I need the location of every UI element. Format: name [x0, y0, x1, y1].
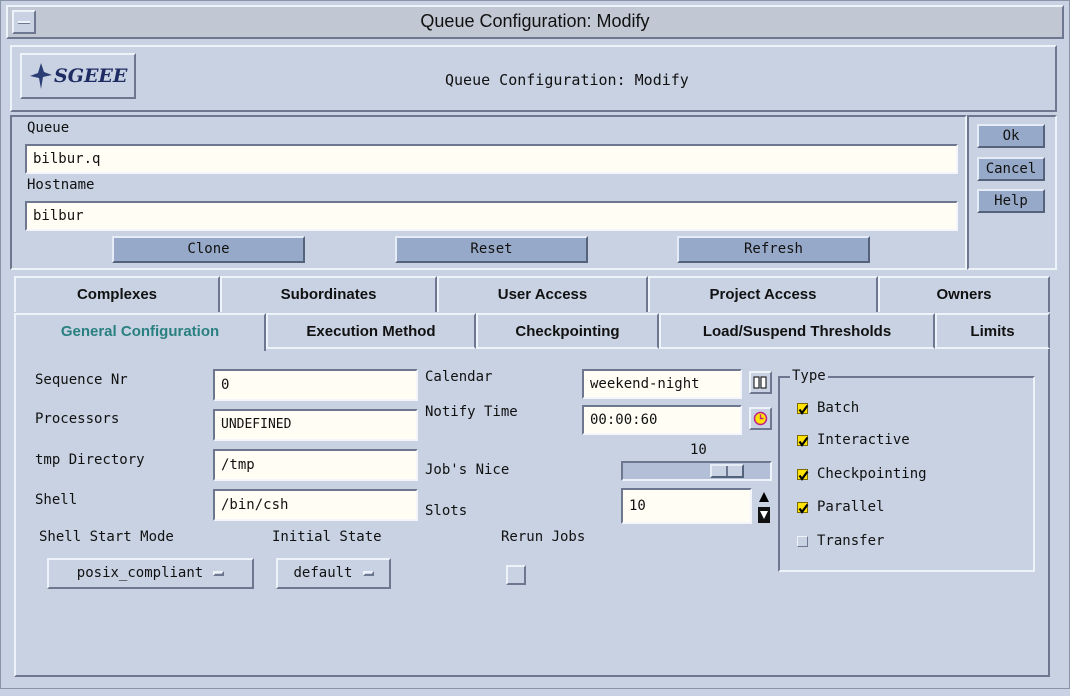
- type-parallel-checkbox[interactable]: Parallel: [797, 499, 997, 519]
- type-batch-label: Batch: [817, 400, 860, 416]
- type-interactive-checkbox[interactable]: Interactive: [797, 432, 997, 452]
- type-transfer-label: Transfer: [817, 533, 885, 549]
- type-transfer-checkbox[interactable]: Transfer: [797, 533, 997, 553]
- checkmark-icon: [797, 502, 809, 514]
- arrow-up-icon: [759, 492, 769, 502]
- hostname-label: Hostname: [27, 177, 95, 193]
- header-panel: SGEEE Queue Configuration: Modify: [10, 45, 1057, 112]
- type-interactive-label: Interactive: [817, 432, 910, 448]
- title-bar[interactable]: Queue Configuration: Modify: [6, 5, 1064, 39]
- queue-label: Queue: [27, 120, 70, 136]
- jobs-nice-label: Job's Nice: [425, 462, 510, 478]
- jobs-nice-slider-thumb[interactable]: [710, 464, 744, 478]
- notify-time-label: Notify Time: [425, 404, 518, 420]
- slots-spin-up[interactable]: [758, 489, 770, 505]
- type-batch-checkbox[interactable]: Batch: [797, 400, 997, 420]
- type-checkpointing-label: Checkpointing: [817, 466, 927, 482]
- cancel-button[interactable]: Cancel: [977, 157, 1045, 181]
- tab-subordinates[interactable]: Subordinates: [220, 276, 437, 312]
- tmp-directory-label: tmp Directory: [35, 452, 145, 468]
- shell-start-mode-label: Shell Start Mode: [39, 529, 174, 545]
- tab-row-1: Complexes Subordinates User Access Proje…: [14, 276, 1050, 312]
- notify-time-button[interactable]: [749, 407, 772, 430]
- window-title: Queue Configuration: Modify: [420, 11, 650, 31]
- reset-button[interactable]: Reset: [395, 236, 588, 263]
- calendar-input[interactable]: weekend-night: [582, 369, 742, 399]
- slots-label: Slots: [425, 503, 468, 519]
- unchecked-box-icon: [797, 536, 808, 547]
- checkmark-icon: [797, 403, 809, 415]
- jobs-nice-slider[interactable]: [621, 461, 772, 481]
- arrow-down-icon: [758, 507, 770, 523]
- tab-execution-method[interactable]: Execution Method: [266, 313, 476, 349]
- bird-logo-icon: [30, 63, 52, 89]
- calendar-button[interactable]: [749, 371, 772, 394]
- type-parallel-label: Parallel: [817, 499, 885, 515]
- option-menu-icon: [362, 570, 374, 576]
- tab-load-suspend-thresholds[interactable]: Load/Suspend Thresholds: [659, 313, 935, 349]
- shell-label: Shell: [35, 492, 78, 508]
- initial-state-select[interactable]: default: [276, 558, 391, 589]
- slots-input[interactable]: 10: [621, 488, 752, 524]
- option-menu-icon: [213, 570, 225, 576]
- checkmark-icon: [797, 469, 809, 481]
- sequence-nr-input[interactable]: 0: [213, 369, 418, 401]
- tab-checkpointing[interactable]: Checkpointing: [476, 313, 659, 349]
- tab-project-access[interactable]: Project Access: [648, 276, 878, 312]
- refresh-button[interactable]: Refresh: [677, 236, 870, 263]
- processors-label: Processors: [35, 411, 120, 427]
- header-title: Queue Configuration: Modify: [445, 71, 689, 89]
- hostname-input[interactable]: bilbur: [25, 201, 958, 231]
- slider-thumb-groove: [726, 466, 728, 476]
- jobs-nice-value: 10: [690, 442, 707, 458]
- queue-input[interactable]: bilbur.q: [25, 144, 958, 174]
- notify-time-input[interactable]: 00:00:60: [582, 405, 742, 435]
- tab-limits[interactable]: Limits: [935, 313, 1050, 349]
- tab-owners[interactable]: Owners: [878, 276, 1050, 312]
- shell-input[interactable]: /bin/csh: [213, 489, 418, 521]
- ok-button[interactable]: Ok: [977, 124, 1045, 148]
- type-group-label: Type: [790, 368, 828, 384]
- initial-state-value: default: [293, 565, 353, 581]
- logo-text: SGEEE: [54, 65, 128, 87]
- rerun-jobs-label: Rerun Jobs: [501, 529, 586, 545]
- clock-icon: [753, 411, 768, 426]
- calendar-icon: [753, 376, 767, 389]
- tmp-directory-input[interactable]: /tmp: [213, 449, 418, 481]
- shell-start-mode-value: posix_compliant: [76, 565, 204, 581]
- shell-start-mode-select[interactable]: posix_compliant: [47, 558, 254, 589]
- clone-button[interactable]: Clone: [112, 236, 305, 263]
- tab-user-access[interactable]: User Access: [437, 276, 648, 312]
- tab-general-configuration[interactable]: General Configuration: [14, 313, 266, 351]
- sequence-nr-label: Sequence Nr: [35, 372, 128, 388]
- rerun-jobs-checkbox[interactable]: [506, 565, 526, 585]
- help-button[interactable]: Help: [977, 189, 1045, 213]
- initial-state-label: Initial State: [272, 529, 382, 545]
- tab-row-2: General Configuration Execution Method C…: [14, 313, 1050, 351]
- checkmark-icon: [797, 435, 809, 447]
- type-checkpointing-checkbox[interactable]: Checkpointing: [797, 466, 997, 486]
- tab-complexes[interactable]: Complexes: [14, 276, 220, 312]
- processors-input[interactable]: UNDEFINED: [213, 409, 418, 441]
- calendar-label: Calendar: [425, 369, 493, 385]
- sgeee-logo[interactable]: SGEEE: [20, 53, 136, 99]
- window-bottom-edge: [0, 688, 1070, 696]
- slots-spin-down[interactable]: [758, 507, 770, 523]
